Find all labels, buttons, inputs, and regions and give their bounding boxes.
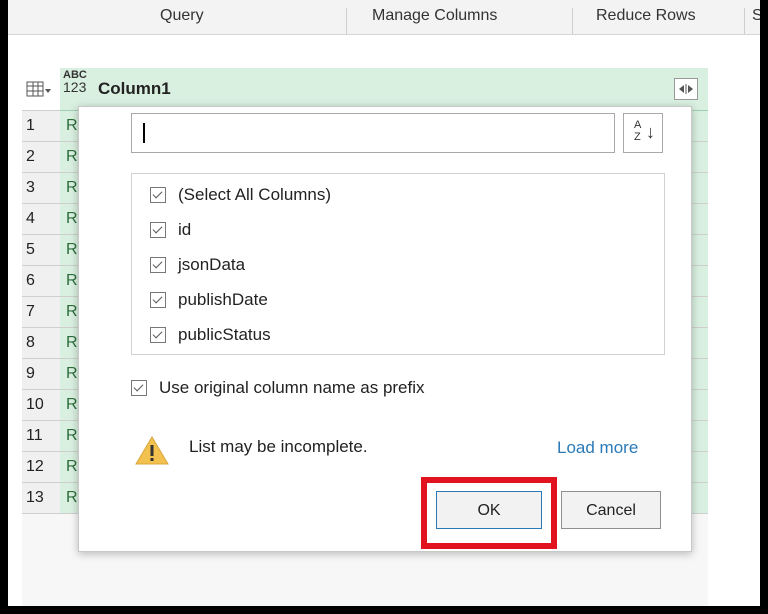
ribbon-separator: [572, 8, 573, 34]
column-list-item[interactable]: jsonData: [150, 248, 245, 282]
column-checkbox[interactable]: [150, 292, 166, 308]
prefix-checkbox[interactable]: [131, 380, 147, 396]
column-label: publicStatus: [178, 325, 271, 344]
load-more-link[interactable]: Load more: [557, 438, 638, 458]
sort-az-button[interactable]: AZ ↓: [623, 113, 663, 153]
column-label: (Select All Columns): [178, 185, 332, 204]
column-checkbox[interactable]: [150, 222, 166, 238]
row-number[interactable]: 5: [22, 235, 61, 265]
column-list-item[interactable]: publishDate: [150, 283, 268, 317]
prefix-option[interactable]: Use original column name as prefix: [131, 373, 425, 403]
app-window: Query Manage Columns Reduce Rows S ABC 1…: [8, 0, 760, 606]
ok-button[interactable]: OK: [436, 491, 542, 529]
cancel-button[interactable]: Cancel: [561, 491, 661, 529]
ribbon-separator: [744, 8, 745, 34]
table-icon: [26, 81, 51, 97]
ribbon-group-reduce-rows: Reduce Rows: [596, 7, 696, 24]
ribbon-group-manage-columns: Manage Columns: [372, 7, 498, 24]
ribbon-group-cut: S: [752, 7, 760, 24]
column-list-item[interactable]: id: [150, 213, 191, 247]
row-number[interactable]: 13: [22, 483, 61, 513]
sort-arrow-icon: ↓: [646, 122, 655, 142]
row-number[interactable]: 1: [22, 111, 61, 141]
column-list: (Select All Columns) id jsonData publishDat…: [131, 173, 665, 355]
column-header-column1[interactable]: ABC 123 Column1: [60, 68, 708, 111]
row-number[interactable]: 2: [22, 142, 61, 172]
search-input[interactable]: [132, 114, 614, 152]
ribbon-separator: [346, 8, 347, 34]
warning-text: List may be incomplete.: [189, 437, 368, 456]
row-number[interactable]: 10: [22, 390, 61, 420]
any-type-icon[interactable]: ABC 123: [63, 70, 87, 95]
row-number[interactable]: 8: [22, 328, 61, 358]
column-label: id: [178, 220, 192, 239]
row-number[interactable]: 9: [22, 359, 61, 389]
column-list-item[interactable]: (Select All Columns): [150, 178, 331, 212]
prefix-label: Use original column name as prefix: [159, 378, 425, 397]
column-label: jsonData: [178, 255, 246, 274]
column-checkbox[interactable]: [150, 327, 166, 343]
ribbon-group-labels: Query Manage Columns Reduce Rows S: [8, 0, 760, 35]
column-label: publishDate: [178, 290, 268, 309]
row-number[interactable]: 4: [22, 204, 61, 234]
sort-az-icon: AZ: [634, 119, 642, 143]
row-number[interactable]: 3: [22, 173, 61, 203]
column-checkbox[interactable]: [150, 187, 166, 203]
column-name: Column1: [98, 79, 171, 98]
row-number[interactable]: 7: [22, 297, 61, 327]
warning-icon: [135, 436, 169, 465]
column-checkbox[interactable]: [150, 257, 166, 273]
row-number[interactable]: 12: [22, 452, 61, 482]
text-caret: [143, 123, 145, 143]
type-icon-123: 123: [63, 79, 87, 95]
search-field[interactable]: [131, 113, 615, 153]
column-list-item[interactable]: publicStatus: [150, 318, 271, 352]
expand-arrows-icon[interactable]: [674, 78, 698, 100]
row-number[interactable]: 11: [22, 421, 61, 451]
expand-column-dialog: AZ ↓ (Select All Columns) id jsonData publi…: [78, 106, 692, 552]
ribbon-group-query: Query: [160, 7, 204, 24]
row-number[interactable]: 6: [22, 266, 61, 296]
grid-header: ABC 123 Column1: [22, 68, 708, 111]
table-menu-button[interactable]: [22, 68, 61, 110]
